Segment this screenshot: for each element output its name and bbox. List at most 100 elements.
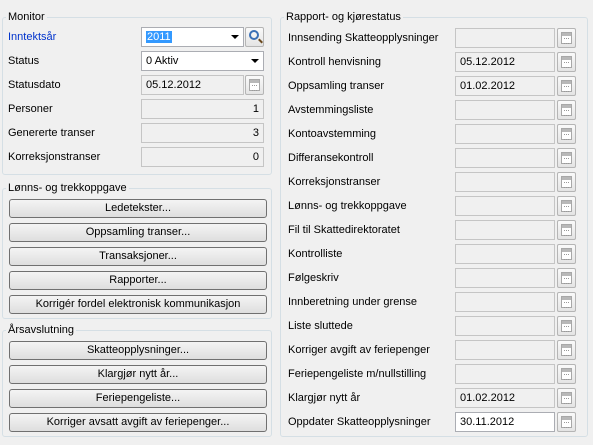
rapport-row-calendar-button bbox=[557, 316, 576, 336]
rapport-row-calendar-button bbox=[557, 172, 576, 192]
inntektsar-label[interactable]: Inntektsår bbox=[8, 30, 56, 44]
rapporter-button[interactable]: Rapporter... bbox=[9, 271, 267, 290]
rapport-row-date-field: 01.02.2012 bbox=[455, 388, 555, 408]
statusdato-field: 05.12.2012 bbox=[141, 75, 244, 95]
arsavslutning-title: Årsavslutning bbox=[6, 324, 77, 337]
rapport-row-calendar-button bbox=[557, 52, 576, 72]
rapport-row-label: Liste sluttede bbox=[288, 320, 353, 332]
calendar-icon bbox=[561, 416, 572, 428]
klargjor-nytt-ar-button[interactable]: Klargjør nytt år... bbox=[9, 365, 267, 384]
calendar-icon bbox=[561, 128, 572, 140]
rapport-row-label: Fil til Skattedirektoratet bbox=[288, 224, 400, 236]
rapport-row-calendar-button bbox=[557, 244, 576, 264]
inntektsar-select[interactable]: 2011 bbox=[141, 27, 244, 47]
korreksjonstranser-label: Korreksjonstranser bbox=[8, 151, 101, 163]
calendar-icon bbox=[561, 344, 572, 356]
inntektsar-value: 2011 bbox=[146, 31, 172, 43]
rapport-row-date-field bbox=[455, 268, 555, 288]
oppsamling-transer-button[interactable]: Oppsamling transer... bbox=[9, 223, 267, 242]
rapport-row-calendar-button bbox=[557, 412, 576, 432]
korriger-avsatt-avgift-button[interactable]: Korriger avsatt avgift av feriepenger... bbox=[9, 413, 267, 432]
calendar-icon bbox=[561, 152, 572, 164]
rapport-row-calendar-button bbox=[557, 148, 576, 168]
calendar-icon bbox=[561, 248, 572, 260]
rapport-row-label: Korreksjonstranser bbox=[288, 176, 381, 188]
rapport-row-date-field bbox=[455, 28, 555, 48]
rapport-row-label: Klargjør nytt år bbox=[288, 392, 361, 404]
rapport-row-label: Feriepengeliste m/nullstilling bbox=[288, 368, 427, 380]
rapport-row-label: Kontroll henvisning bbox=[288, 56, 381, 68]
rapport-row-date-field bbox=[455, 148, 555, 168]
rapport-row-calendar-button bbox=[557, 268, 576, 288]
status-select[interactable]: 0 Aktiv bbox=[141, 51, 264, 71]
rapport-row-date-field bbox=[455, 364, 555, 384]
rapport-row-date-field bbox=[455, 292, 555, 312]
transaksjoner-button[interactable]: Transaksjoner... bbox=[9, 247, 267, 266]
rapport-title: Rapport- og kjørestatus bbox=[284, 11, 403, 24]
rapport-row-label: Avstemmingsliste bbox=[288, 104, 374, 116]
chevron-down-icon[interactable] bbox=[247, 52, 263, 70]
status-label: Status bbox=[8, 55, 40, 67]
rapport-row-label: Følgeskriv bbox=[288, 272, 339, 284]
genererte-transer-label: Genererte transer bbox=[8, 127, 95, 139]
personer-field: 1 bbox=[141, 99, 264, 119]
rapport-row-calendar-button bbox=[557, 364, 576, 384]
rapport-row-calendar-button bbox=[557, 292, 576, 312]
calendar-icon bbox=[561, 272, 572, 284]
rapport-row-label: Kontoavstemming bbox=[288, 128, 377, 140]
rapport-row-label: Oppdater Skatteopplysninger bbox=[288, 416, 431, 428]
rapport-row-date-field bbox=[455, 220, 555, 240]
calendar-icon bbox=[561, 296, 572, 308]
calendar-icon bbox=[561, 32, 572, 44]
rapport-row-label: Innberetning under grense bbox=[288, 296, 418, 308]
rapport-row-label: Korriger avgift av feriepenger bbox=[288, 344, 430, 356]
rapport-row-date-field: 01.02.2012 bbox=[455, 76, 555, 96]
rapport-row-label: Innsending Skatteopplysninger bbox=[288, 32, 439, 44]
rapport-row-date-field bbox=[455, 316, 555, 336]
rapport-row-label: Differansekontroll bbox=[288, 152, 374, 164]
korreksjonstranser-field: 0 bbox=[141, 147, 264, 167]
calendar-icon bbox=[561, 320, 572, 332]
feriepengeliste-button[interactable]: Feriepengeliste... bbox=[9, 389, 267, 408]
search-icon bbox=[249, 30, 259, 40]
calendar-icon bbox=[561, 176, 572, 188]
calendar-icon bbox=[561, 80, 572, 92]
rapport-row-date-field bbox=[455, 244, 555, 264]
status-value: 0 Aktiv bbox=[146, 55, 179, 67]
calendar-icon bbox=[561, 200, 572, 212]
rapport-row-label: Kontrolliste bbox=[288, 248, 343, 260]
rapport-row-calendar-button bbox=[557, 100, 576, 120]
genererte-transer-field: 3 bbox=[141, 123, 264, 143]
statusdato-label: Statusdato bbox=[8, 79, 61, 91]
monitor-title: Monitor bbox=[6, 11, 47, 24]
lonn-title: Lønns- og trekkoppgave bbox=[6, 182, 129, 195]
rapport-row-label: Lønns- og trekkoppgave bbox=[288, 200, 407, 212]
rapport-row-calendar-button bbox=[557, 124, 576, 144]
ledetekster-button[interactable]: Ledetekster... bbox=[9, 199, 267, 218]
rapport-row-calendar-button bbox=[557, 76, 576, 96]
personer-label: Personer bbox=[8, 103, 53, 115]
rapport-row-calendar-button bbox=[557, 196, 576, 216]
calendar-icon bbox=[561, 56, 572, 68]
skatteopplysninger-button[interactable]: Skatteopplysninger... bbox=[9, 341, 267, 360]
rapport-row-calendar-button bbox=[557, 220, 576, 240]
rapport-row-label: Oppsamling transer bbox=[288, 80, 384, 92]
rapport-row-date-field: 30.11.2012 bbox=[455, 412, 555, 432]
calendar-icon bbox=[561, 104, 572, 116]
statusdato-calendar-button bbox=[245, 75, 264, 95]
rapport-row-date-field bbox=[455, 100, 555, 120]
search-button[interactable] bbox=[245, 27, 264, 47]
rapport-row-calendar-button bbox=[557, 340, 576, 360]
rapport-row-calendar-button bbox=[557, 388, 576, 408]
rapport-row-date-field: 05.12.2012 bbox=[455, 52, 555, 72]
chevron-down-icon[interactable] bbox=[227, 28, 243, 46]
calendar-icon bbox=[249, 79, 260, 91]
calendar-icon bbox=[561, 224, 572, 236]
rapport-row-calendar-button bbox=[557, 28, 576, 48]
rapport-row-date-field bbox=[455, 196, 555, 216]
calendar-icon bbox=[561, 392, 572, 404]
rapport-row-date-field bbox=[455, 340, 555, 360]
korriger-fordel-button[interactable]: Korrigér fordel elektronisk kommunikasjo… bbox=[9, 295, 267, 314]
calendar-icon bbox=[561, 368, 572, 380]
rapport-row-date-field bbox=[455, 172, 555, 192]
